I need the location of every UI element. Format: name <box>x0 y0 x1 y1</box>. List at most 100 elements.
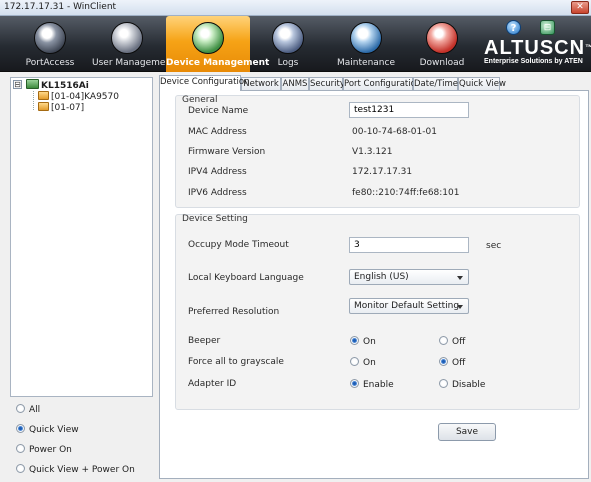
radio-button[interactable] <box>16 444 25 453</box>
port-icon <box>38 91 49 100</box>
toolbar-portaccess[interactable]: PortAccess <box>20 16 80 72</box>
mac-address-label: MAC Address <box>188 127 247 137</box>
adapter-enable-option[interactable]: Enable <box>350 379 394 390</box>
tree-root-item[interactable]: KL1516Ai <box>26 79 89 91</box>
chevron-down-icon <box>457 305 463 309</box>
option-label: Disable <box>452 380 486 390</box>
option-label: All <box>29 405 41 415</box>
radio-button[interactable] <box>439 336 448 345</box>
tree-connector <box>33 91 34 110</box>
ipv4-address-label: IPV4 Address <box>188 167 247 177</box>
view-option-power-on[interactable]: Power On <box>16 444 72 455</box>
radio-button[interactable] <box>350 357 359 366</box>
collapse-icon[interactable]: ⊟ <box>13 80 22 89</box>
brand-logo: ALTUSCN™ <box>484 37 591 59</box>
tree-child-item[interactable]: [01-04]KA9570 <box>38 91 119 102</box>
toolbar-download[interactable]: Download <box>414 16 470 72</box>
radio-button[interactable] <box>350 379 359 388</box>
port-access-icon <box>34 22 66 54</box>
radio-button[interactable] <box>16 424 25 433</box>
radio-button[interactable] <box>439 379 448 388</box>
toolbar-label: Maintenance <box>337 58 395 68</box>
title-bar: 172.17.17.31 - WinClient ✕ <box>0 0 591 16</box>
tree-root-label: KL1516Ai <box>41 81 89 91</box>
tab-quick-view[interactable]: Quick View <box>458 77 506 90</box>
ipv6-address-value: fe80::210:74ff:fe68:101 <box>352 188 460 198</box>
brand-tagline: Enterprise Solutions by ATEN <box>484 58 583 65</box>
save-button[interactable]: Save <box>438 423 496 441</box>
radio-button[interactable] <box>350 336 359 345</box>
tab-device-configuration[interactable]: Device Configuration <box>159 75 249 91</box>
tab-date-time[interactable]: Date/Time <box>413 77 458 90</box>
radio-button[interactable] <box>16 464 25 473</box>
group-title: General <box>182 95 218 105</box>
grayscale-label: Force all to grayscale <box>188 357 284 367</box>
toolbar-maintenance[interactable]: Maintenance <box>336 16 396 72</box>
adapter-disable-option[interactable]: Disable <box>439 379 485 390</box>
option-label: Off <box>452 358 466 368</box>
chevron-down-icon <box>457 276 463 280</box>
select-value: English (US) <box>354 272 409 282</box>
maintenance-icon <box>350 22 382 54</box>
occupy-timeout-label: Occupy Mode Timeout <box>188 240 289 250</box>
option-label: On <box>363 358 376 368</box>
ipv6-address-label: IPV6 Address <box>188 188 247 198</box>
device-name-input[interactable] <box>349 102 469 118</box>
tree-child-label: [01-04]KA9570 <box>51 92 119 102</box>
option-label: Off <box>452 337 466 347</box>
beeper-off-option[interactable]: Off <box>439 336 465 347</box>
view-option-quick-view-power-on[interactable]: Quick View + Power On <box>16 464 135 475</box>
beeper-on-option[interactable]: On <box>350 336 376 347</box>
tree-child-item[interactable]: [01-07] <box>38 102 84 113</box>
brand-name: ALTUSCN <box>484 37 586 59</box>
toolbar-label: Download <box>419 58 465 68</box>
ipv4-address-value: 172.17.17.31 <box>352 167 413 177</box>
adapter-id-label: Adapter ID <box>188 379 237 389</box>
config-icon[interactable]: ⊟ <box>540 20 555 35</box>
close-icon[interactable]: ✕ <box>571 1 589 14</box>
kvm-device-icon <box>26 79 39 89</box>
user-management-icon <box>111 22 143 54</box>
device-tree: ⊟ KL1516Ai [01-04]KA9570 [01-07] <box>10 77 153 397</box>
toolbar-logs[interactable]: Logs <box>262 16 314 72</box>
preferred-resolution-label: Preferred Resolution <box>188 307 280 317</box>
view-option-quick-view[interactable]: Quick View <box>16 424 79 435</box>
grayscale-on-option[interactable]: On <box>350 357 376 368</box>
keyboard-language-select[interactable]: English (US) <box>349 269 469 285</box>
toolbar-device-management[interactable]: Device Management <box>166 16 270 72</box>
beeper-label: Beeper <box>188 336 221 346</box>
tab-anms[interactable]: ANMS <box>281 77 309 90</box>
brand-trademark: ™ <box>585 43 591 52</box>
option-label: On <box>363 337 376 347</box>
radio-button[interactable] <box>439 357 448 366</box>
option-label: Quick View <box>29 425 79 435</box>
logs-icon <box>272 22 304 54</box>
main-toolbar: PortAccess User Management Device Manage… <box>0 16 591 72</box>
tab-port-configuration[interactable]: Port Configuration <box>343 77 421 90</box>
device-name-label: Device Name <box>188 106 249 116</box>
view-option-all[interactable]: All <box>16 404 40 415</box>
preferred-resolution-select[interactable]: Monitor Default Setting <box>349 298 469 314</box>
radio-button[interactable] <box>16 404 25 413</box>
toolbar-label: PortAccess <box>25 58 75 68</box>
help-icon[interactable]: ? <box>506 20 521 35</box>
occupy-timeout-unit: sec <box>486 241 502 251</box>
firmware-version-value: V1.3.121 <box>352 147 393 157</box>
grayscale-off-option[interactable]: Off <box>439 357 465 368</box>
group-title: Device Setting <box>182 214 248 224</box>
option-label: Enable <box>363 380 394 390</box>
option-label: Quick View + Power On <box>29 465 135 475</box>
port-icon <box>38 102 49 111</box>
toolbar-user-management[interactable]: User Management <box>92 16 175 72</box>
tab-security[interactable]: Security <box>309 77 345 90</box>
tree-child-label: [01-07] <box>51 103 85 113</box>
occupy-timeout-input[interactable] <box>349 237 469 253</box>
toolbar-label: User Management <box>92 58 175 68</box>
mac-address-value: 00-10-74-68-01-01 <box>352 127 437 137</box>
device-management-icon <box>192 22 224 54</box>
toolbar-label: Device Management <box>166 58 270 68</box>
option-label: Power On <box>29 445 72 455</box>
toolbar-label: Logs <box>277 58 299 68</box>
download-icon <box>426 22 458 54</box>
select-value: Monitor Default Setting <box>354 301 460 311</box>
